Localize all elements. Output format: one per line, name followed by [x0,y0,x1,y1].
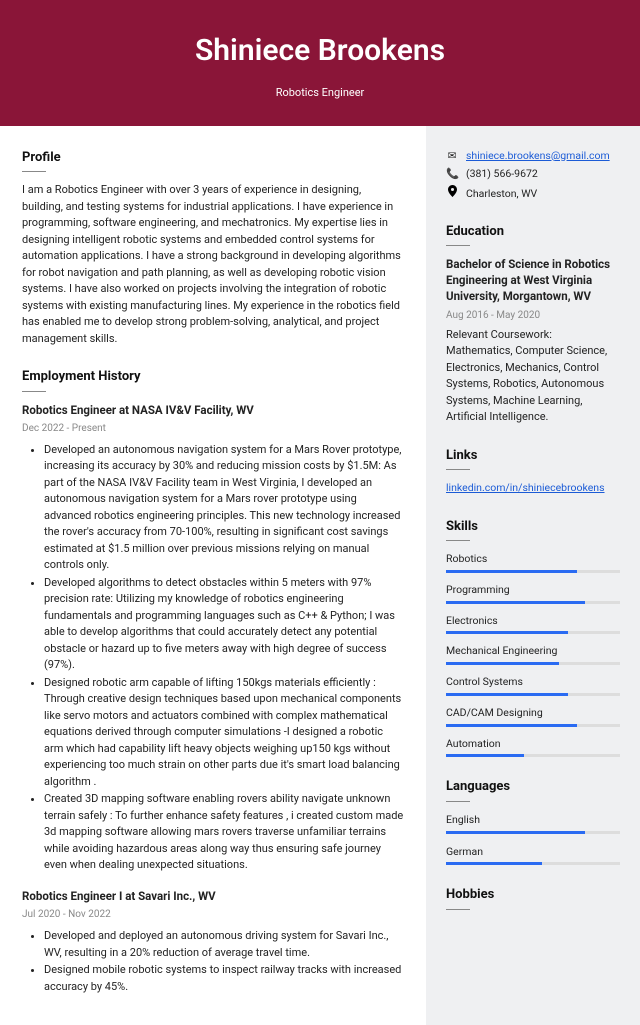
hobbies-section: Hobbies [446,885,620,910]
skill-bar [446,662,620,665]
job-entry: Robotics Engineer I at Savari Inc., WV J… [22,888,404,995]
job-bullet: Developed an autonomous navigation syste… [44,442,404,574]
location-icon [446,185,458,202]
linkedin-link[interactable]: linkedin.com/in/shiniecebrookens [446,481,605,494]
language-bar [446,831,620,834]
job-entry: Robotics Engineer at NASA IV&V Facility,… [22,402,404,874]
section-rule [446,245,470,246]
phone-text: (381) 566-9672 [466,166,538,182]
skill-item: Control Systems [446,674,620,696]
skills-section: Skills Robotics Programming Electronics Mec… [446,517,620,758]
skill-fill [446,662,559,665]
skill-name: Control Systems [446,674,620,690]
phone-icon: 📞 [446,166,458,182]
education-heading: Education [446,222,620,242]
skill-item: Electronics [446,613,620,635]
job-bullet: Designed robotic arm capable of lifting … [44,675,404,791]
main-column: Profile I am a Robotics Engineer with ov… [0,126,426,1025]
language-fill [446,831,585,834]
links-heading: Links [446,446,620,466]
language-fill [446,862,542,865]
profile-heading: Profile [22,148,404,168]
section-rule [446,469,470,470]
skill-name: Electronics [446,613,620,629]
skill-name: Automation [446,736,620,752]
section-rule [22,391,46,392]
job-bullet: Created 3D mapping software enabling rov… [44,791,404,874]
skill-bar [446,631,620,634]
contact-email-row: ✉ shiniece.brookens@gmail.com [446,148,620,164]
hobbies-heading: Hobbies [446,885,620,905]
education-section: Education Bachelor of Science in Robotic… [446,222,620,426]
section-rule [22,171,46,172]
envelope-icon: ✉ [446,148,458,164]
skill-name: CAD/CAM Designing [446,705,620,721]
links-section: Links linkedin.com/in/shiniecebrookens [446,446,620,497]
language-item: German [446,844,620,866]
employment-section: Employment History Robotics Engineer at … [22,367,404,995]
section-rule [446,801,470,802]
skill-item: Automation [446,736,620,758]
skill-bar [446,693,620,696]
job-bullet-list: Developed an autonomous navigation syste… [22,442,404,874]
contact-phone-row: 📞 (381) 566-9672 [446,166,620,182]
skill-name: Robotics [446,551,620,567]
section-rule [446,909,470,910]
sidebar-column: ✉ shiniece.brookens@gmail.com 📞 (381) 56… [426,126,640,1025]
skill-item: Mechanical Engineering [446,643,620,665]
education-desc: Relevant Coursework: Mathematics, Comput… [446,327,620,426]
resume-body: Profile I am a Robotics Engineer with ov… [0,126,640,1025]
resume-header: Shiniece Brookens Robotics Engineer [0,0,640,126]
job-title: Robotics Engineer I at Savari Inc., WV [22,888,404,905]
skill-fill [446,631,568,634]
skill-item: Programming [446,582,620,604]
contact-location-row: Charleston, WV [446,185,620,202]
skill-bar [446,724,620,727]
language-bar [446,862,620,865]
job-bullet: Developed and deployed an autonomous dri… [44,928,404,961]
skills-heading: Skills [446,517,620,537]
profile-section: Profile I am a Robotics Engineer with ov… [22,148,404,348]
skill-fill [446,601,585,604]
languages-heading: Languages [446,777,620,797]
section-rule [446,540,470,541]
location-text: Charleston, WV [466,186,537,202]
job-bullet: Developed algorithms to detect obstacles… [44,575,404,674]
skill-item: CAD/CAM Designing [446,705,620,727]
profile-text: I am a Robotics Engineer with over 3 yea… [22,182,404,347]
email-link[interactable]: shiniece.brookens@gmail.com [466,148,610,164]
job-dates: Jul 2020 - Nov 2022 [22,907,404,922]
job-dates: Dec 2022 - Present [22,421,404,436]
language-name: German [446,844,620,860]
languages-section: Languages English German [446,777,620,865]
job-title: Robotics Engineer at NASA IV&V Facility,… [22,402,404,419]
person-title: Robotics Engineer [20,85,620,102]
skill-fill [446,754,524,757]
job-bullet-list: Developed and deployed an autonomous dri… [22,928,404,995]
skill-bar [446,754,620,757]
education-dates: Aug 2016 - May 2020 [446,308,620,323]
skill-fill [446,724,577,727]
skill-bar [446,570,620,573]
employment-heading: Employment History [22,367,404,387]
skill-name: Mechanical Engineering [446,643,620,659]
education-title: Bachelor of Science in Robotics Engineer… [446,256,620,304]
skill-item: Robotics [446,551,620,573]
language-item: English [446,812,620,834]
skill-fill [446,693,568,696]
language-name: English [446,812,620,828]
skill-name: Programming [446,582,620,598]
job-bullet: Designed mobile robotic systems to inspe… [44,962,404,995]
contact-section: ✉ shiniece.brookens@gmail.com 📞 (381) 56… [446,148,620,202]
skill-bar [446,601,620,604]
skill-fill [446,570,577,573]
person-name: Shiniece Brookens [20,28,620,73]
